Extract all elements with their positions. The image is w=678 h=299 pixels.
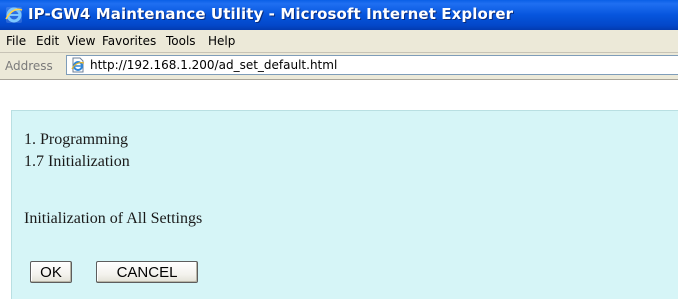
ie-icon	[5, 6, 23, 24]
menu-favorites[interactable]: Favorites	[102, 34, 156, 48]
menu-tools[interactable]: Tools	[166, 34, 196, 48]
menu-edit[interactable]: Edit	[36, 34, 59, 48]
settings-panel: 1. Programming 1.7 Initialization Initia…	[11, 110, 678, 299]
address-label: Address	[5, 59, 53, 73]
ok-button[interactable]: OK	[30, 261, 72, 283]
subsection-title: 1.7 Initialization	[24, 153, 130, 170]
menu-file[interactable]: File	[6, 34, 26, 48]
menu-bar: File Edit View Favorites Tools Help	[0, 30, 678, 53]
window-title: IP-GW4 Maintenance Utility - Microsoft I…	[28, 5, 514, 23]
cancel-button[interactable]: CANCEL	[96, 261, 198, 283]
section-title: 1. Programming	[24, 131, 128, 148]
title-bar[interactable]: IP-GW4 Maintenance Utility - Microsoft I…	[0, 0, 678, 30]
menu-help[interactable]: Help	[208, 34, 235, 48]
page-icon	[70, 57, 86, 73]
address-url: http://192.168.1.200/ad_set_default.html	[90, 58, 338, 72]
description-text: Initialization of All Settings	[24, 210, 203, 227]
menu-view[interactable]: View	[67, 34, 95, 48]
browser-window: IP-GW4 Maintenance Utility - Microsoft I…	[0, 0, 678, 299]
page-content: 1. Programming 1.7 Initialization Initia…	[0, 80, 678, 299]
address-input[interactable]: http://192.168.1.200/ad_set_default.html	[66, 55, 678, 75]
address-bar: Address http://192.168.1.200/ad_set_defa…	[0, 53, 678, 80]
